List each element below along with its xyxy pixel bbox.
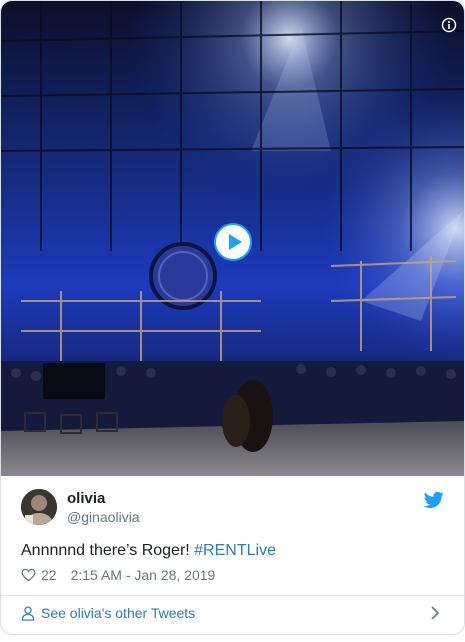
- person-icon: [21, 606, 35, 621]
- see-other-tweets-label: See olivia's other Tweets: [41, 605, 196, 621]
- tweet-text-body: Annnnnd there’s Roger!: [21, 542, 195, 559]
- author-handle[interactable]: @ginaolivia: [67, 509, 140, 525]
- tweet-text: Annnnnd there’s Roger! #RENTLive: [21, 542, 276, 560]
- info-icon[interactable]: [441, 17, 457, 33]
- footer-divider: [1, 595, 464, 596]
- see-other-tweets-link[interactable]: See olivia's other Tweets: [21, 605, 195, 621]
- video-thumbnail[interactable]: [1, 1, 464, 476]
- tweet-meta: 22 2:15 AM - Jan 28, 2019: [21, 567, 215, 583]
- tweet-timestamp[interactable]: 2:15 AM - Jan 28, 2019: [71, 567, 216, 583]
- chevron-right-icon[interactable]: [430, 606, 440, 620]
- avatar-image: [21, 489, 57, 525]
- embedded-tweet-card: olivia @ginaolivia Annnnnd there’s Roger…: [0, 0, 465, 635]
- avatar[interactable]: [21, 489, 57, 525]
- like-count: 22: [41, 567, 57, 583]
- hashtag-link[interactable]: #RENTLive: [194, 542, 276, 559]
- twitter-bird-icon[interactable]: [424, 491, 444, 509]
- play-button[interactable]: [214, 223, 252, 261]
- play-icon: [229, 234, 242, 250]
- author-display-name[interactable]: olivia: [67, 490, 105, 507]
- heart-icon[interactable]: [21, 568, 36, 582]
